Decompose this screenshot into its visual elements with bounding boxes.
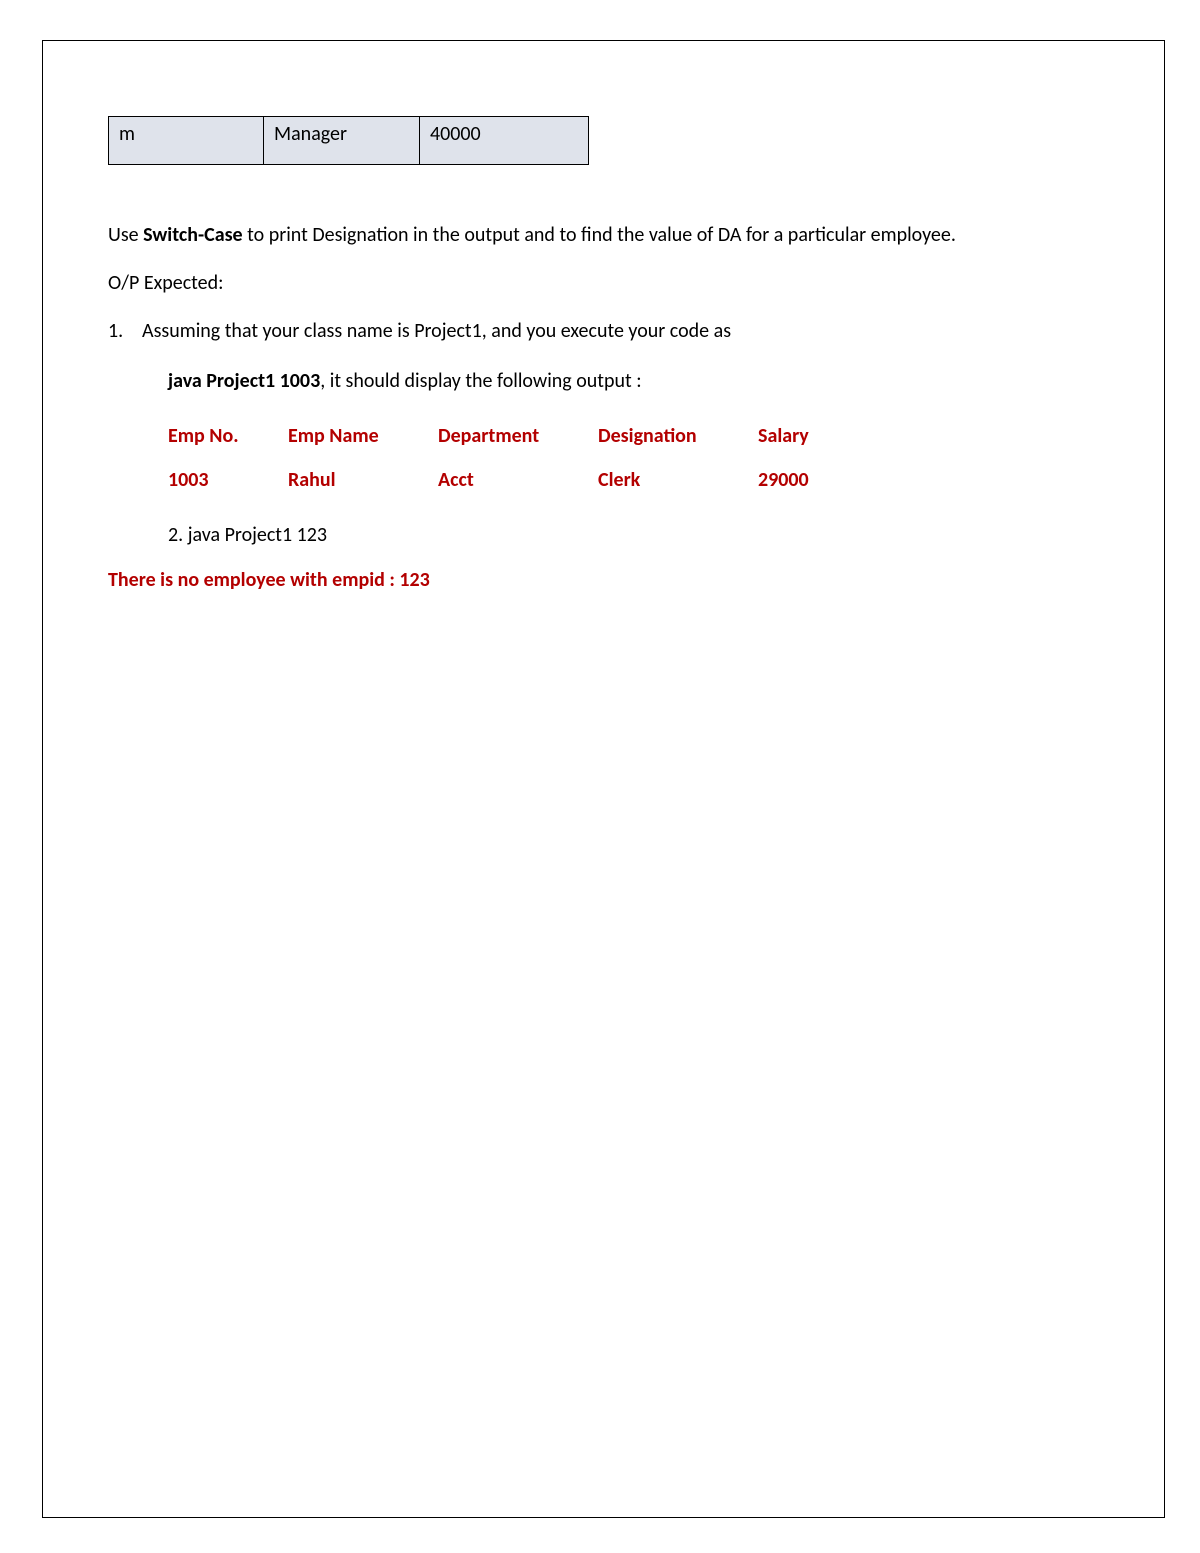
cell-designation: Clerk [598, 458, 758, 502]
col-department: Department [438, 414, 598, 458]
table-row: m Manager 40000 [109, 117, 589, 165]
text: to print Designation in the output and t… [243, 223, 956, 247]
cell-department: Acct [438, 458, 598, 502]
table-header-row: Emp No. Emp Name Department Designation … [168, 414, 868, 458]
designation-da-table: m Manager 40000 [108, 116, 589, 165]
cell-salary: 29000 [758, 458, 868, 502]
cell-da: 40000 [420, 117, 589, 165]
cell-code: m [109, 117, 264, 165]
table-row: 1003 Rahul Acct Clerk 29000 [168, 458, 868, 502]
op-expected-label: O/P Expected: [108, 268, 1099, 298]
page-border: m Manager 40000 Use Switch-Case to print… [42, 40, 1165, 1518]
cell-emp-no: 1003 [168, 458, 288, 502]
instruction-para: Use Switch-Case to print Designation in … [108, 220, 1099, 250]
text: , it should display the following output… [320, 369, 641, 393]
text: Use [108, 223, 143, 247]
col-designation: Designation [598, 414, 758, 458]
col-emp-no: Emp No. [168, 414, 288, 458]
cell-emp-name: Rahul [288, 458, 438, 502]
expected-output-table: Emp No. Emp Name Department Designation … [168, 414, 868, 502]
col-salary: Salary [758, 414, 868, 458]
page: m Manager 40000 Use Switch-Case to print… [0, 0, 1200, 1553]
error-output: There is no employee with empid : 123 [108, 568, 1099, 592]
col-emp-name: Emp Name [288, 414, 438, 458]
list-number: 1. [108, 316, 142, 346]
command-text: java Project1 1003 [168, 369, 320, 393]
list-item-1-cont: java Project1 1003, it should display th… [168, 366, 1099, 396]
switch-case-bold: Switch-Case [143, 223, 242, 247]
list-item-2: 2. java Project1 123 [168, 520, 1099, 550]
list-item-1: 1.Assuming that your class name is Proje… [108, 316, 1099, 346]
list-item-text: Assuming that your class name is Project… [142, 319, 731, 343]
cell-designation: Manager [264, 117, 420, 165]
